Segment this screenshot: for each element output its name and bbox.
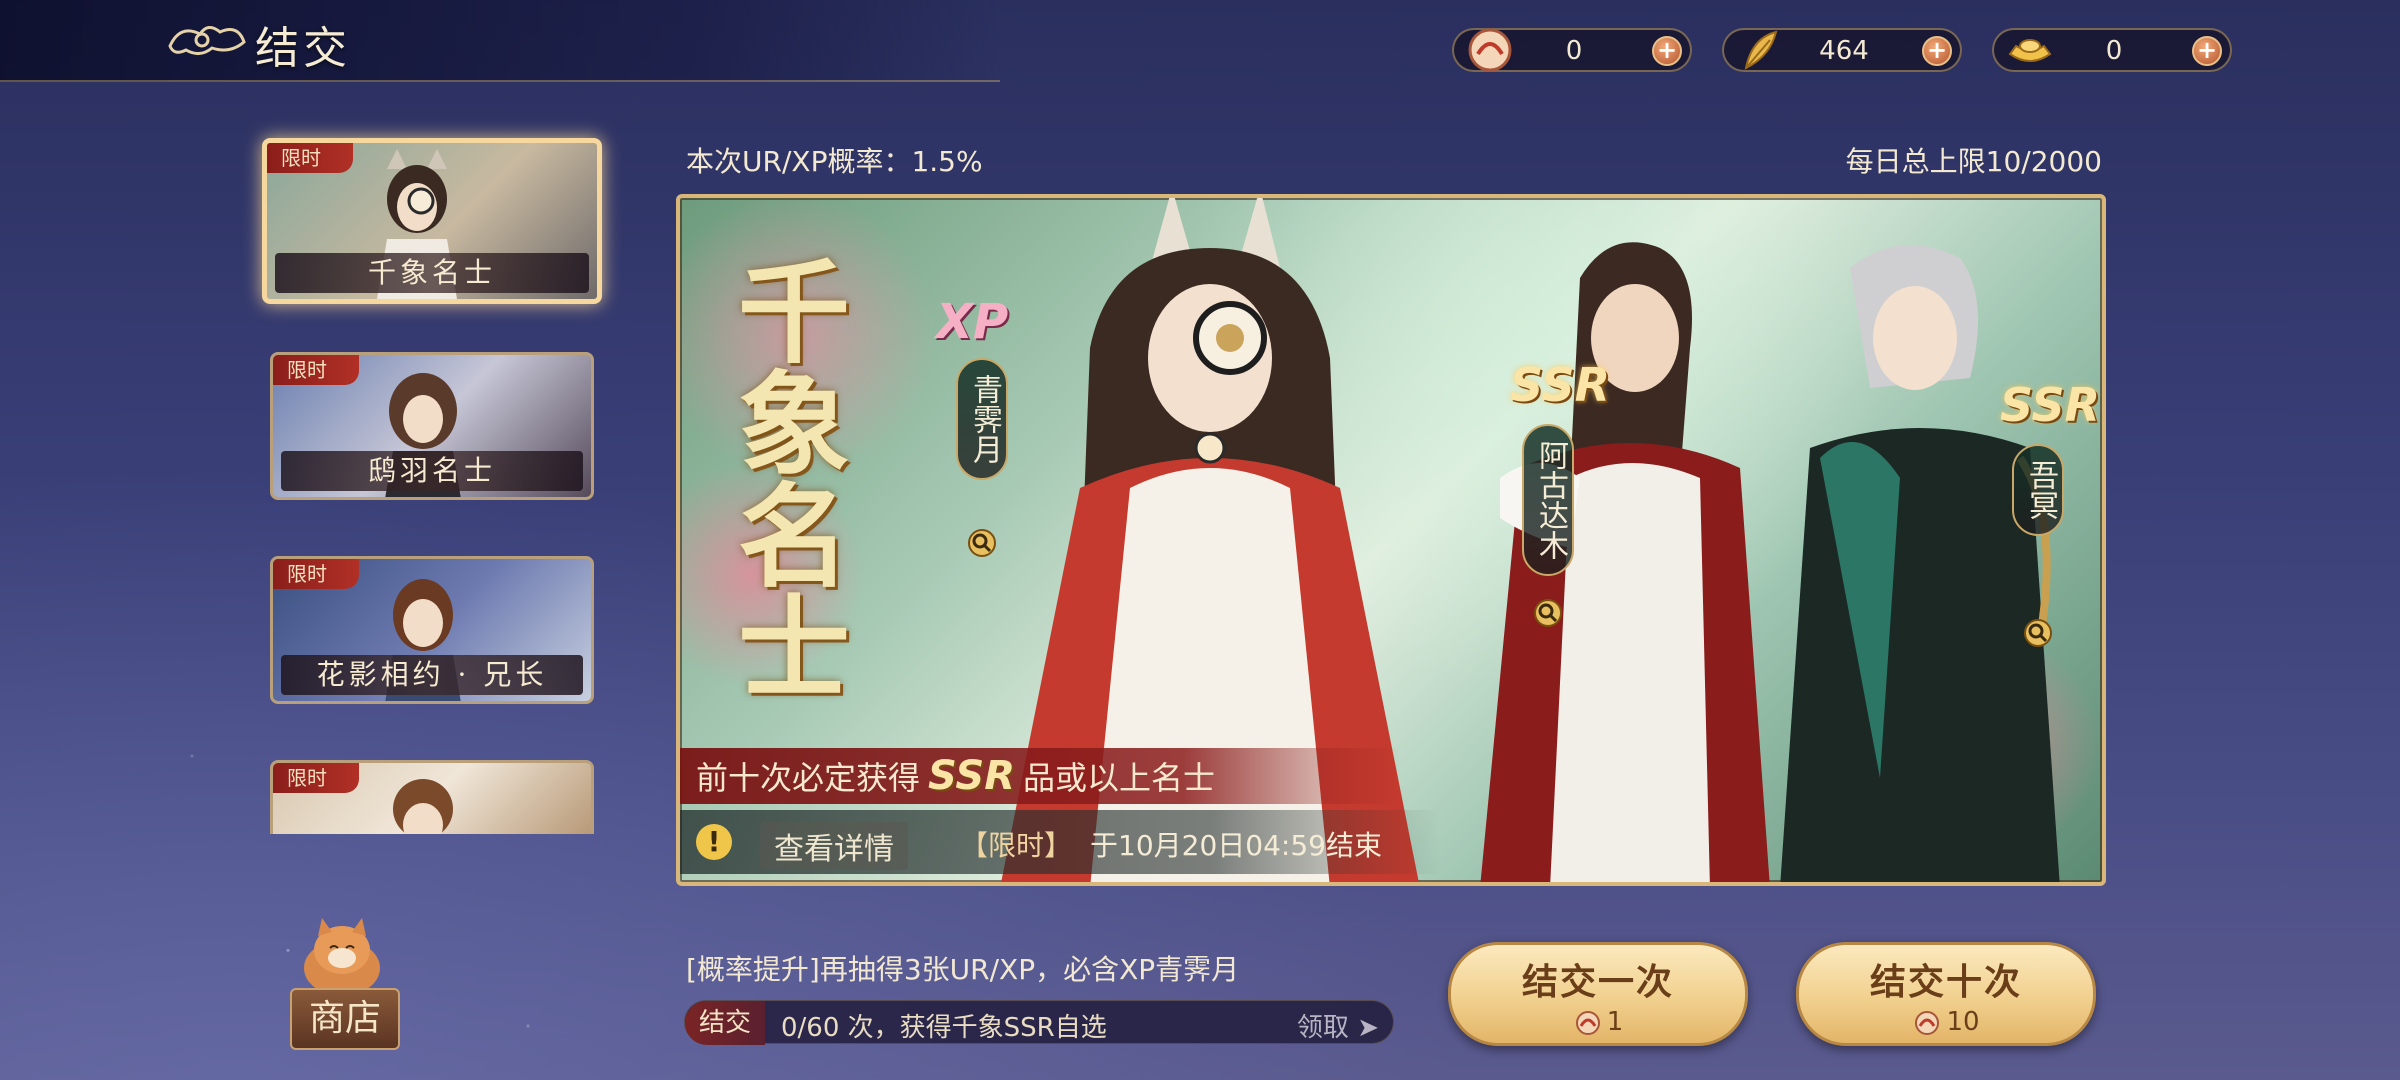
guarantee-prefix: 前十次必定获得 xyxy=(696,759,921,797)
featured-rarity-ssr: SSR xyxy=(2000,378,2101,432)
feather-icon xyxy=(1744,30,1778,70)
banner-name: 花影相约 · 兄长 xyxy=(281,655,583,695)
summon-token-icon xyxy=(1468,28,1512,72)
currency-amount: 0 xyxy=(1565,36,1583,66)
banner-big-title: 千象名士 xyxy=(738,248,850,715)
featured-name-agudamu: 阿古达木 xyxy=(1522,424,1574,576)
draw-ten-label: 结交十次 xyxy=(1869,961,2022,1003)
shop-button[interactable]: 商店 xyxy=(262,908,452,1068)
page-title: 结交 xyxy=(255,23,351,74)
banner-name: 鸱羽名士 xyxy=(281,451,583,491)
banner-item-qianxiang[interactable]: 限时 千象名士 xyxy=(262,138,602,304)
claim-button[interactable]: 领取 ➤ xyxy=(1297,1007,1379,1044)
banner-info-bar: ! 查看详情 【限时】 于10月20日04:59结束 xyxy=(680,810,1440,874)
chevron-right-icon: ➤ xyxy=(1357,1013,1379,1043)
draw-ten-cost-value: 10 xyxy=(1946,1007,1980,1037)
gold-ingot-icon xyxy=(2008,39,2052,62)
daily-limit: 每日总上限10/2000 xyxy=(1845,145,2102,178)
banner-name: 千象名士 xyxy=(275,253,589,293)
add-summon-token-button[interactable]: + xyxy=(1652,36,1682,66)
draw-ten-cost: 10 xyxy=(1912,1007,1980,1037)
draw-once-button[interactable]: 结交一次 1 xyxy=(1448,942,1748,1046)
magnifier-icon[interactable] xyxy=(2023,618,2053,648)
limited-tag: 限时 xyxy=(273,763,359,793)
banner-item-fourth[interactable]: 限时 xyxy=(270,760,594,834)
add-gold-ingot-button[interactable]: + xyxy=(2192,36,2222,66)
limited-label: 【限时】 xyxy=(960,829,1073,862)
banner-end-time: 于10月20日04:59结束 xyxy=(1090,829,1382,862)
currency-amount: 464 xyxy=(1819,36,1869,66)
progress-label: 结交 xyxy=(685,1001,765,1045)
cloud-swirl-icon xyxy=(168,26,246,55)
wuming-character-art xyxy=(1780,245,2060,882)
ur-xp-rate: 本次UR/XP概率：1.5% xyxy=(686,145,983,178)
limited-tag: 限时 xyxy=(273,559,359,589)
add-feather-button[interactable]: + xyxy=(1922,36,1952,66)
currency-summon-token: 0 + xyxy=(1452,28,1692,72)
exclamation-icon: ! xyxy=(696,824,732,860)
limited-tag: 限时 xyxy=(267,143,353,173)
featured-name-qingjiyue: 青霁月 xyxy=(956,358,1008,480)
currency-gold-ingot: 0 + xyxy=(1992,28,2232,72)
draw-once-cost: 1 xyxy=(1573,1007,1624,1037)
banner-item-huaying[interactable]: 限时 花影相约 · 兄长 xyxy=(270,556,594,704)
featured-name-wuming: 吾冥 xyxy=(2012,444,2064,536)
shop-label: 商店 xyxy=(290,988,400,1050)
view-details-button[interactable]: 查看详情 xyxy=(760,822,908,870)
summon-token-icon xyxy=(1575,1010,1600,1035)
character-portrait xyxy=(393,779,453,834)
pity-progress-bar: 结交 0/60 次，获得千象SSR自选 领取 ➤ xyxy=(684,1000,1394,1045)
top-bar: 结交 xyxy=(0,0,1000,82)
draw-once-label: 结交一次 xyxy=(1521,961,1674,1003)
guarantee-banner: 前十次必定获得 SSR 品或以上名士 xyxy=(680,748,1400,804)
claim-label: 领取 xyxy=(1296,1013,1349,1043)
guarantee-rarity: SSR xyxy=(928,753,1016,799)
main-banner: 千象名士 XP 青霁月 SSR 阿古达木 SSR 吾冥 前十次必定获得 SSR … xyxy=(676,194,2106,886)
currency-feather: 464 + xyxy=(1722,28,1962,72)
progress-text: 0/60 次，获得千象SSR自选 xyxy=(781,1013,1107,1043)
magnifier-icon[interactable] xyxy=(967,528,997,558)
limited-tag: 限时 xyxy=(273,355,359,385)
rate-up-notice: [概率提升]再抽得3张UR/XP，必含XP青霁月 xyxy=(686,953,1240,986)
draw-ten-button[interactable]: 结交十次 10 xyxy=(1796,942,2096,1046)
featured-rarity-xp: XP xyxy=(936,294,1009,350)
guarantee-suffix: 品或以上名士 xyxy=(1023,759,1216,797)
draw-once-cost-value: 1 xyxy=(1606,1007,1624,1037)
currency-amount: 0 xyxy=(2105,36,2123,66)
magnifier-icon[interactable] xyxy=(1533,598,1563,628)
featured-rarity-ssr: SSR xyxy=(1510,358,1611,412)
summon-token-icon xyxy=(1915,1010,1940,1035)
agudamu-character-art xyxy=(1480,242,1770,882)
cat-mascot-icon xyxy=(304,918,380,996)
banner-item-chiyu[interactable]: 限时 鸱羽名士 xyxy=(270,352,594,500)
